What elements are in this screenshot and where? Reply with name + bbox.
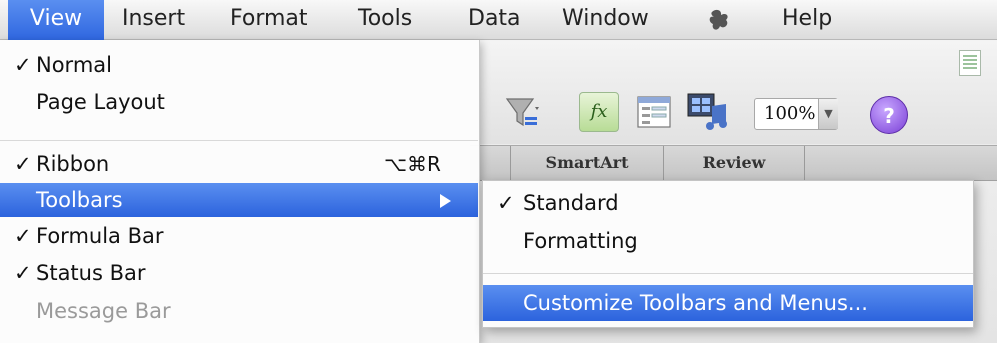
submenu-item-label: Standard: [523, 191, 619, 215]
menu-item-page-layout[interactable]: Page Layout: [0, 85, 478, 119]
submenu-item-customize-toolbars[interactable]: Customize Toolbars and Menus...: [483, 285, 973, 321]
zoom-dropdown-arrow-icon[interactable]: ▼: [818, 99, 838, 129]
submenu-item-standard[interactable]: ✓ Standard: [483, 185, 973, 221]
menu-item-label: Formula Bar: [36, 224, 164, 248]
menu-item-label: Ribbon: [36, 152, 110, 176]
menu-bar: View Insert Format Tools Data Window Hel…: [0, 0, 997, 40]
checkmark-icon: ✓: [14, 53, 32, 77]
menu-item-formula-bar[interactable]: ✓ Formula Bar: [0, 219, 478, 253]
ribbon-divider: [804, 146, 805, 180]
menu-separator: [0, 140, 478, 141]
filter-icon[interactable]: [505, 95, 541, 131]
menu-tools[interactable]: Tools: [346, 0, 424, 40]
menu-insert[interactable]: Insert: [110, 0, 197, 40]
help-icon[interactable]: ?: [870, 96, 908, 134]
menu-item-normal[interactable]: ✓ Normal: [0, 48, 478, 82]
menu-item-label: Page Layout: [36, 90, 165, 114]
keyboard-shortcut: ⌥⌘R: [384, 152, 441, 176]
submenu-item-label: Customize Toolbars and Menus...: [523, 291, 868, 315]
menu-item-toolbars[interactable]: Toolbars: [0, 183, 478, 217]
media-browser-icon[interactable]: [686, 92, 728, 132]
menu-item-message-bar: Message Bar: [0, 294, 478, 328]
menu-item-label: Normal: [36, 53, 112, 77]
menu-help[interactable]: Help: [770, 0, 844, 40]
menu-item-label: Toolbars: [36, 188, 123, 212]
menu-item-label: Message Bar: [36, 299, 171, 323]
form-icon[interactable]: [637, 96, 671, 128]
submenu-item-formatting[interactable]: Formatting: [483, 223, 973, 259]
standard-toolbar: [470, 41, 997, 144]
view-menu: ✓ Normal Page Layout ✓ Ribbon ⌥⌘R Toolba…: [0, 40, 480, 343]
tab-review[interactable]: Review: [664, 146, 804, 180]
menu-item-ribbon[interactable]: ✓ Ribbon ⌥⌘R: [0, 147, 478, 181]
menu-format[interactable]: Format: [218, 0, 320, 40]
submenu-item-label: Formatting: [523, 229, 638, 253]
menu-item-label: Status Bar: [36, 261, 146, 285]
menu-item-status-bar[interactable]: ✓ Status Bar: [0, 256, 478, 290]
toolbars-submenu: ✓ Standard Formatting Customize Toolbars…: [482, 180, 974, 328]
menu-view[interactable]: View: [8, 0, 104, 40]
checkmark-icon: ✓: [14, 261, 32, 285]
scripts-menu-icon[interactable]: [708, 6, 734, 34]
checkmark-icon: ✓: [14, 152, 32, 176]
insert-function-icon[interactable]: fx: [579, 92, 619, 132]
menu-separator: [483, 273, 973, 274]
menu-window[interactable]: Window: [550, 0, 661, 40]
menu-data[interactable]: Data: [456, 0, 533, 40]
checkmark-icon: ✓: [14, 224, 32, 248]
checkmark-icon: ✓: [497, 191, 515, 215]
submenu-arrow-icon: [440, 194, 451, 208]
tab-smartart[interactable]: SmartArt: [511, 146, 663, 180]
new-document-icon[interactable]: [959, 50, 981, 76]
